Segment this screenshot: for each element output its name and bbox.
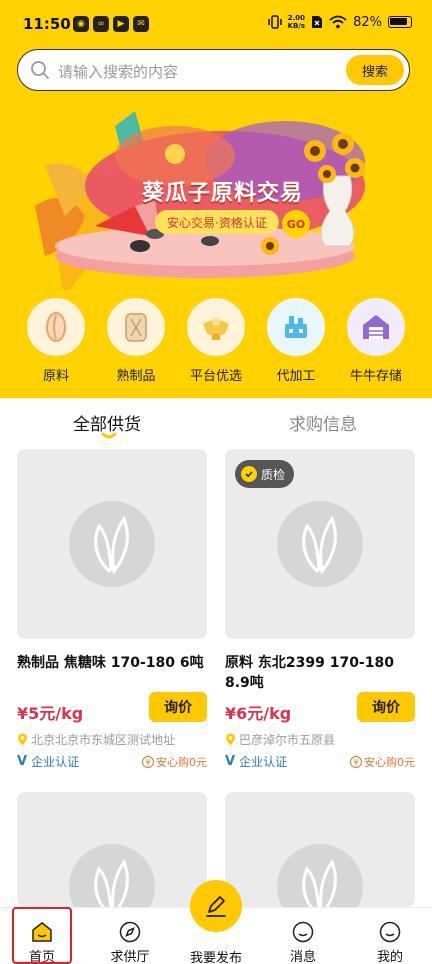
category-label: 原料	[42, 369, 69, 384]
link-notification-icon: ∞	[93, 16, 109, 32]
safe-purchase: ¥ 安心购0元	[350, 754, 415, 770]
address-row: 北京北京市东城区测试地址	[17, 731, 207, 749]
category-processing[interactable]: 代加工	[257, 298, 335, 384]
safe-purchase: ¥ 安心购0元	[142, 754, 207, 770]
category-label: 熟制品	[116, 369, 156, 384]
search-button[interactable]: 搜索	[346, 55, 404, 85]
nav-supply-hall[interactable]: 求供厅	[95, 908, 165, 964]
tab-purchase-info[interactable]: 求购信息	[289, 410, 357, 435]
promo-banner[interactable]: 葵瓜子原料交易 安心交易·资格认证 GO	[25, 106, 409, 296]
cert-row: V 企业认证 ¥ 安心购0元	[17, 753, 207, 771]
product-image	[17, 449, 207, 639]
cert-row: V 企业认证 ¥ 安心购0元	[225, 753, 415, 771]
check-icon	[241, 466, 257, 482]
compass-icon	[119, 921, 141, 943]
nav-publish-label[interactable]: 我要发布	[182, 947, 250, 964]
banner-subtitle: 安心交易·资格认证	[155, 210, 279, 234]
network-speed: 2.00 KB/s	[288, 14, 305, 30]
search-bar[interactable]: 请输入搜索的内容 搜索	[17, 49, 410, 91]
placeholder-seed-icon	[277, 501, 363, 587]
product-card-partial[interactable]	[17, 792, 207, 907]
status-bar: 11:50 ◉ ∞ ▶ ✉ 2.00 KB/s 82%	[0, 0, 432, 48]
network-speed-unit: KB/s	[287, 22, 306, 30]
safe-text: 安心购0元	[156, 756, 207, 769]
nav-supply-hall-label: 求供厅	[110, 950, 150, 964]
verified-v-icon: V	[225, 754, 236, 769]
location-pin-icon	[226, 733, 235, 746]
category-label: 代加工	[276, 369, 316, 384]
enterprise-cert: V 企业认证	[17, 753, 79, 770]
home-highlight-box	[12, 907, 72, 964]
product-price: ¥5元/kg	[17, 704, 84, 723]
wifi-icon	[329, 15, 347, 29]
premium-icon	[187, 298, 245, 356]
nav-mine-label: 我的	[376, 950, 403, 964]
search-input[interactable]: 请输入搜索的内容	[58, 61, 178, 82]
nav-messages-label: 消息	[289, 950, 316, 964]
product-card[interactable]: 熟制品 焦糖味 170-180 6吨	[17, 449, 207, 673]
category-storage[interactable]: 牛牛存储	[337, 298, 415, 384]
verified-v-icon: V	[17, 754, 28, 769]
profile-icon	[379, 921, 401, 943]
location-pin-icon	[18, 733, 27, 746]
price-row: ¥5元/kg 询价	[17, 692, 207, 723]
battery-percent: 82%	[353, 14, 382, 30]
category-label: 平台优选	[189, 369, 242, 384]
price-row: ¥6元/kg 询价	[225, 692, 415, 723]
product-image: 质检	[225, 449, 415, 639]
address-text: 北京北京市东城区测试地址	[31, 733, 176, 747]
roasted-seeds-icon	[107, 298, 165, 356]
cert-text: 企业认证	[31, 755, 80, 769]
nav-messages[interactable]: 消息	[268, 908, 338, 964]
banner-go-badge: GO	[282, 210, 310, 238]
banner-title: 葵瓜子原料交易	[142, 181, 304, 206]
battery-icon	[388, 16, 412, 28]
category-raw-material[interactable]: 原料	[17, 298, 95, 384]
nav-mine[interactable]: 我的	[355, 908, 425, 964]
category-premium[interactable]: 平台优选	[177, 298, 255, 384]
status-time: 11:50	[23, 15, 71, 33]
safe-text: 安心购0元	[364, 756, 415, 769]
product-card[interactable]: 质检 原料 东北2399 170-180 8.9吨	[225, 449, 415, 693]
placeholder-seed-icon	[277, 844, 363, 907]
inquire-button[interactable]: 询价	[357, 692, 415, 722]
factory-icon	[267, 298, 325, 356]
product-card-partial[interactable]	[225, 792, 415, 907]
network-speed-value: 2.00	[287, 14, 305, 22]
warehouse-icon	[347, 298, 405, 356]
product-title: 原料 东北2399 170-180 8.9吨	[225, 655, 394, 691]
search-icon	[31, 61, 49, 79]
product-title: 熟制品 焦糖味 170-180 6吨	[17, 655, 204, 671]
yen-icon: ¥	[350, 756, 362, 768]
category-roasted[interactable]: 熟制品	[97, 298, 175, 384]
app-notification-icon: ◉	[73, 16, 89, 32]
cert-text: 企业认证	[239, 755, 288, 769]
message-notification-icon: ✉	[133, 16, 149, 32]
placeholder-seed-icon	[69, 844, 155, 907]
quality-check-label: 质检	[261, 467, 286, 482]
address-text: 巴彦淖尔市五原县	[239, 733, 336, 747]
publish-button[interactable]	[190, 880, 242, 932]
play-notification-icon: ▶	[113, 16, 129, 32]
sim-icon	[312, 16, 323, 28]
placeholder-seed-icon	[69, 501, 155, 587]
yen-icon: ¥	[142, 756, 154, 768]
category-label: 牛牛存储	[349, 369, 402, 384]
tab-active-indicator	[101, 432, 117, 439]
quality-check-badge: 质检	[235, 460, 295, 488]
inquire-button[interactable]: 询价	[149, 692, 207, 722]
vibrate-icon	[267, 15, 282, 29]
notification-icons: ◉ ∞ ▶ ✉	[73, 16, 149, 32]
pen-icon	[206, 896, 226, 917]
product-price: ¥6元/kg	[225, 704, 292, 723]
product-address: 北京北京市东城区测试地址	[17, 731, 175, 748]
message-icon	[292, 921, 314, 943]
enterprise-cert: V 企业认证	[225, 753, 287, 770]
seed-icon	[27, 298, 85, 356]
status-indicators: 2.00 KB/s 82%	[267, 14, 412, 30]
address-row: 巴彦淖尔市五原县	[225, 731, 415, 749]
product-address: 巴彦淖尔市五原县	[225, 731, 335, 748]
